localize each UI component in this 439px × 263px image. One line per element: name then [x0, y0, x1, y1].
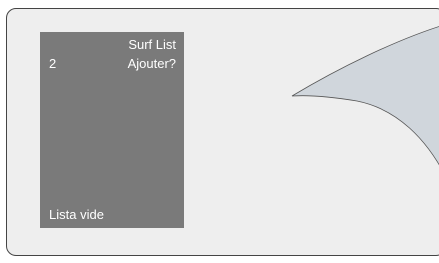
menu-row-count: 2: [49, 56, 57, 71]
surf-list-menu: Surf List 2 Ajouter? Lista vide: [40, 32, 184, 228]
menu-title: Surf List: [128, 37, 176, 52]
menu-status-text: Lista vide: [49, 207, 104, 222]
menu-row-label: Ajouter?: [127, 56, 176, 71]
tv-screen: Surf List 2 Ajouter? Lista vide: [6, 8, 439, 256]
menu-row-add[interactable]: 2 Ajouter?: [49, 56, 176, 74]
